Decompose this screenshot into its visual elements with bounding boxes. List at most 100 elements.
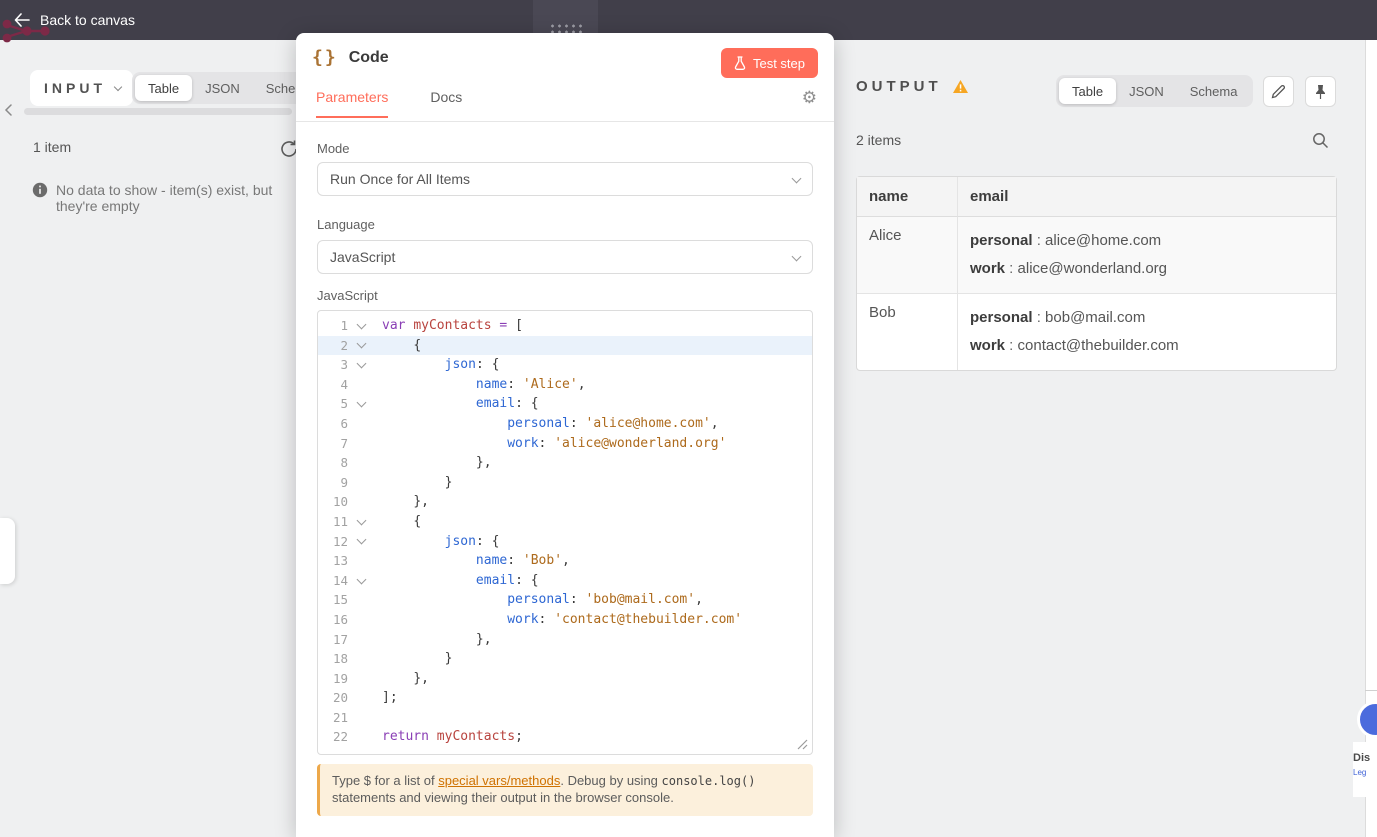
line-number: 7 [340, 435, 348, 451]
code-text: }, [413, 494, 429, 510]
code-line[interactable]: 5 email: { [318, 394, 812, 414]
line-number: 17 [332, 631, 348, 647]
line-number: 1 [340, 318, 348, 333]
code-line[interactable]: 22 return myContacts; [318, 727, 812, 747]
tab-docs[interactable]: Docs [430, 89, 462, 118]
corner-widget[interactable]: Dis Leg [1353, 742, 1377, 797]
hint-text: statements and viewing their output in t… [332, 789, 674, 805]
code-line[interactable]: 6 personal: 'alice@home.com', [318, 414, 812, 434]
fold-chevron-icon[interactable] [348, 336, 374, 356]
code-text: return myContacts; [382, 729, 523, 745]
code-text: personal: 'alice@home.com', [507, 415, 719, 431]
code-text: } [444, 651, 453, 667]
line-number: 13 [332, 553, 348, 569]
fold-gutter-spacer [348, 434, 374, 454]
code-line[interactable]: 15 personal: 'bob@mail.com', [318, 590, 812, 610]
code-text: }, [413, 670, 429, 686]
pin-icon [1316, 84, 1325, 99]
code-line[interactable]: 8 }, [318, 453, 812, 473]
fold-chevron-icon[interactable] [348, 532, 374, 552]
code-editor[interactable]: 1 var myContacts = [ 2 {3 json: {4 name: '… [317, 310, 813, 755]
code-line[interactable]: 17 }, [318, 630, 812, 650]
code-line[interactable]: 10 }, [318, 492, 812, 512]
language-select[interactable]: JavaScript [317, 240, 813, 274]
code-line[interactable]: 18 } [318, 649, 812, 669]
cell-name: Bob [857, 293, 957, 370]
cell-email: personal : bob@mail.com work : contact@th… [957, 293, 1336, 370]
fold-chevron-icon[interactable] [348, 512, 374, 532]
output-panel: OUTPUT Table JSON Schema 2 items name emai… [834, 40, 1365, 837]
fold-chevron-icon[interactable] [348, 355, 374, 375]
column-header-name[interactable]: name [857, 177, 957, 217]
code-text: work: 'contact@thebuilder.com' [507, 611, 743, 627]
node-tabs: Parameters Docs [316, 89, 462, 118]
line-number: 9 [340, 474, 348, 490]
code-line[interactable]: 2 { [318, 335, 812, 356]
output-tab-schema[interactable]: Schema [1177, 78, 1251, 104]
code-line[interactable]: 13 name: 'Bob', [318, 551, 812, 571]
code-text: ]; [382, 690, 398, 706]
collapse-input-panel-icon[interactable] [4, 103, 12, 121]
pin-data-button[interactable] [1305, 76, 1336, 107]
panel-resize-handle[interactable] [0, 518, 15, 584]
line-number: 5 [340, 396, 348, 412]
code-line[interactable]: 12 json: { [318, 532, 812, 552]
output-tab-table[interactable]: Table [1059, 78, 1117, 104]
code-line[interactable]: 9 } [318, 473, 812, 493]
code-line[interactable]: 20]; [318, 688, 812, 708]
input-tab-json[interactable]: JSON [192, 75, 253, 101]
special-vars-link[interactable]: special vars/methods [438, 773, 560, 788]
code-line[interactable]: 11 { [318, 512, 812, 532]
code-line[interactable]: 16 work: 'contact@thebuilder.com' [318, 610, 812, 630]
output-table: name email Alice personal : alice@home.co… [856, 176, 1337, 371]
fold-gutter-spacer [348, 551, 374, 571]
code-text: var myContacts = [ [382, 318, 523, 333]
line-number: 4 [340, 376, 348, 392]
search-icon[interactable] [1312, 132, 1329, 149]
fold-gutter-spacer [348, 649, 374, 669]
editor-resize-icon[interactable] [797, 739, 808, 750]
code-line[interactable]: 4 name: 'Alice', [318, 375, 812, 395]
email-entry: personal : alice@home.com [970, 232, 1162, 249]
line-number: 12 [332, 533, 348, 549]
code-node-icon: {} [312, 47, 338, 68]
code-line[interactable]: 21 [318, 708, 812, 728]
fold-gutter-spacer [348, 414, 374, 434]
chevron-down-icon [113, 82, 123, 91]
cell-email: personal : alice@home.com work : alice@wo… [957, 217, 1336, 293]
line-number: 20 [332, 690, 348, 706]
code-text: email: { [475, 572, 539, 588]
column-header-email[interactable]: email [957, 177, 1336, 217]
edit-output-button[interactable] [1263, 76, 1294, 107]
test-step-button[interactable]: Test step [720, 48, 818, 78]
table-row[interactable]: Alice personal : alice@home.com work : ali… [857, 217, 1336, 293]
line-number: 10 [332, 494, 348, 510]
line-number: 22 [332, 729, 348, 745]
input-tabs-scrollbar[interactable] [24, 108, 292, 115]
line-number: 8 [340, 455, 348, 471]
mode-select[interactable]: Run Once for All Items [317, 162, 813, 196]
code-line[interactable]: 1 var myContacts = [ [318, 316, 812, 336]
hint-code-snippet: console.log() [661, 774, 756, 788]
cell-name: Alice [869, 227, 902, 244]
node-settings-gear-icon[interactable]: ⚙ [802, 88, 817, 108]
code-line[interactable]: 19 }, [318, 669, 812, 689]
table-row[interactable]: Bob personal : bob@mail.com work : contact… [857, 293, 1336, 370]
fold-chevron-icon[interactable] [348, 571, 374, 591]
fold-gutter-spacer [348, 630, 374, 650]
code-line[interactable]: 14 email: { [318, 571, 812, 591]
fold-chevron-icon[interactable] [348, 394, 374, 414]
fold-gutter-spacer [348, 492, 374, 512]
mode-label: Mode [317, 141, 350, 156]
line-number: 19 [332, 670, 348, 686]
fold-chevron-icon[interactable] [348, 316, 374, 336]
code-line[interactable]: 7 work: 'alice@wonderland.org' [318, 434, 812, 454]
fold-gutter-spacer [348, 610, 374, 630]
input-tab-table[interactable]: Table [135, 75, 193, 101]
output-tab-json[interactable]: JSON [1116, 78, 1177, 104]
fold-gutter-spacer [348, 688, 374, 708]
tab-parameters[interactable]: Parameters [316, 89, 389, 118]
code-line[interactable]: 3 json: { [318, 355, 812, 375]
input-selector-button[interactable]: INPUT [30, 70, 133, 106]
fold-gutter-spacer [348, 669, 374, 689]
